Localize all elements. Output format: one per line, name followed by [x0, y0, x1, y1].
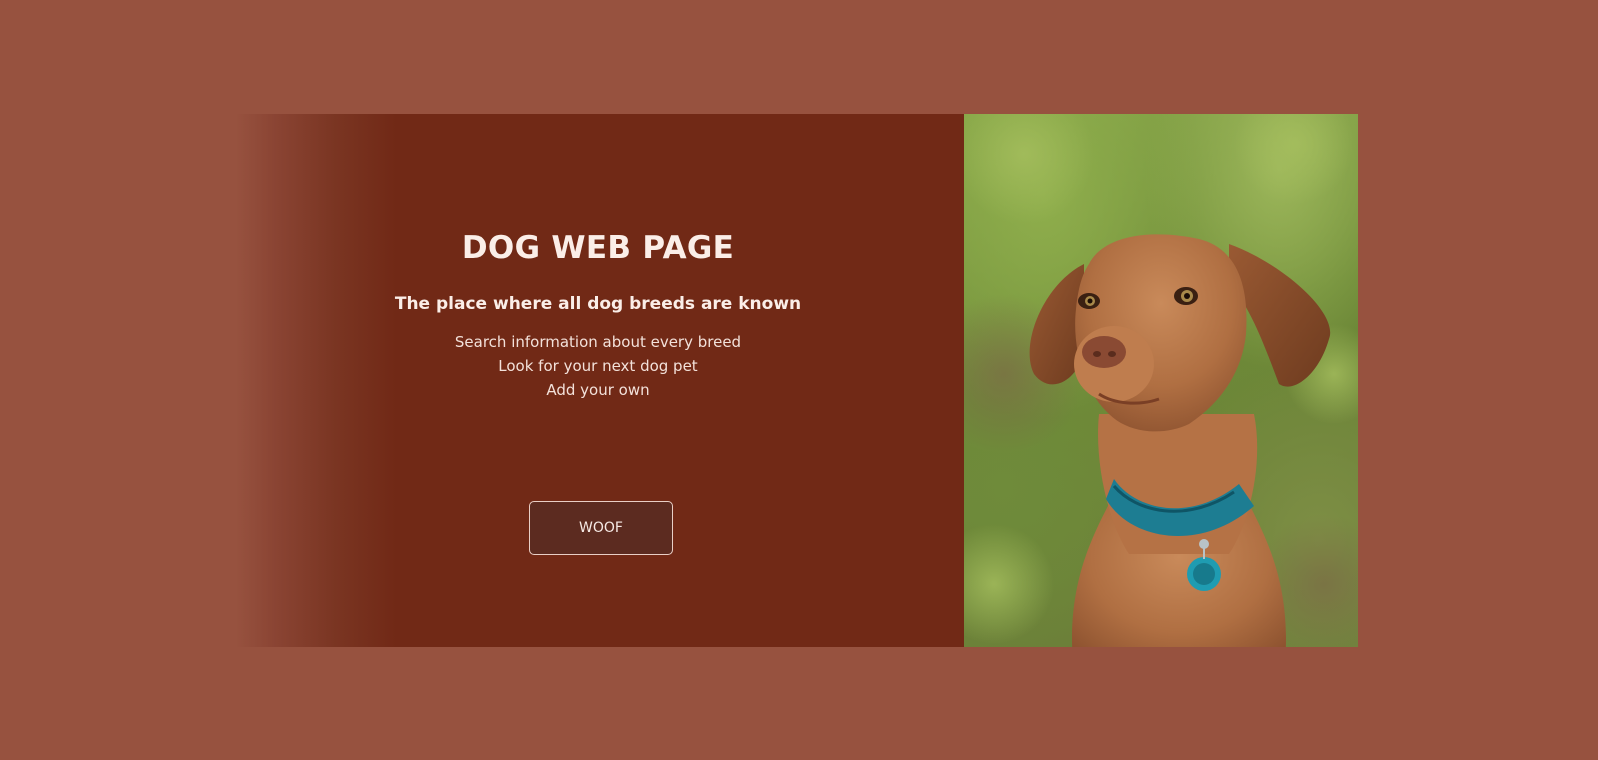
page-subtitle: The place where all dog breeds are known [394, 294, 802, 314]
feature-item: Look for your next dog pet [498, 357, 698, 375]
hero-text-panel: DOG WEB PAGE The place where all dog bre… [236, 114, 964, 647]
feature-item: Add your own [546, 381, 650, 399]
dog-photo [964, 114, 1358, 647]
woof-button[interactable]: WOOF [529, 501, 673, 555]
page-title: DOG WEB PAGE [461, 230, 735, 266]
feature-list: Search information about every breed Loo… [378, 330, 818, 402]
feature-item: Search information about every breed [454, 333, 742, 351]
hero-card: DOG WEB PAGE The place where all dog bre… [236, 114, 1358, 647]
dog-illustration [964, 114, 1358, 647]
